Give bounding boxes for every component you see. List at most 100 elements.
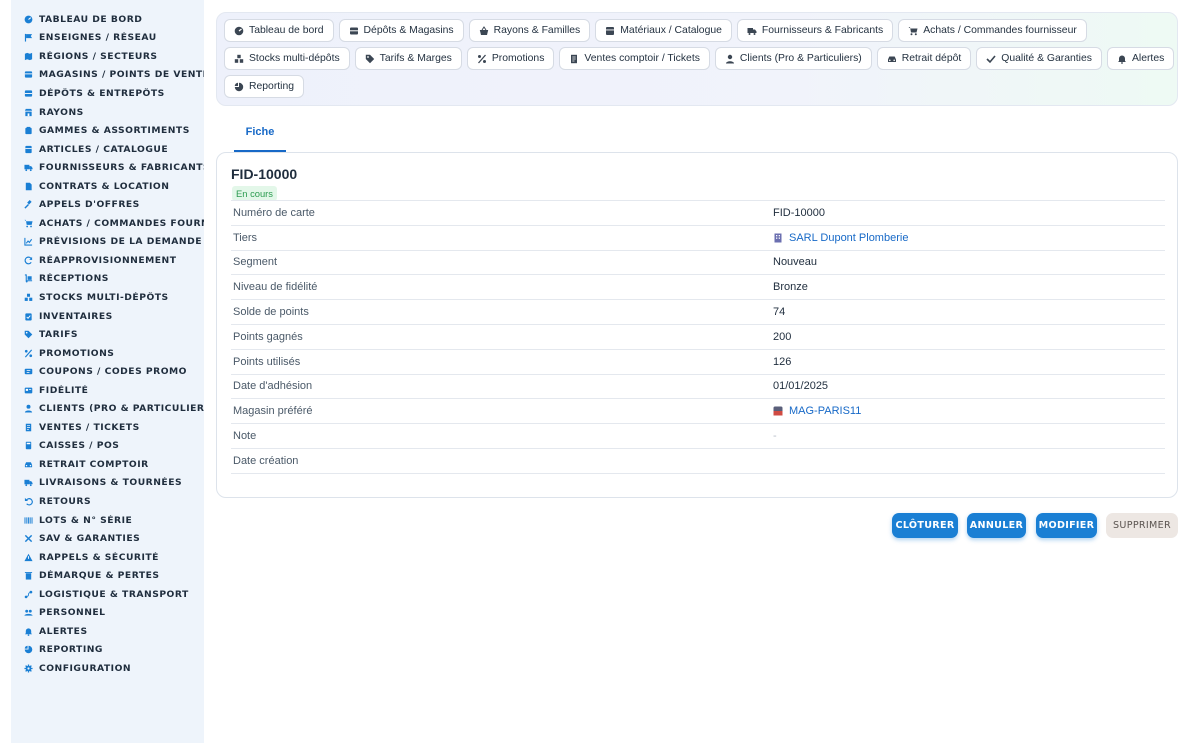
pie-icon xyxy=(234,82,244,91)
magasin-link[interactable]: MAG-PARIS11 xyxy=(773,405,861,417)
nav-pill-label: Retrait dépôt xyxy=(901,53,962,64)
record-fields: Numéro de carte FID-10000 Tiers SARL Dupon… xyxy=(231,200,1165,474)
module-nav-row-3: Reporting xyxy=(224,75,1177,98)
sidebar-item-depots[interactable]: DÉPÔTS & ENTREPÔTS xyxy=(11,84,204,103)
sidebar-item-label: CLIENTS (PRO & PARTICULIERS) xyxy=(39,403,204,415)
sidebar-item-enseignes[interactable]: ENSEIGNES / RÉSEAU xyxy=(11,29,204,48)
field-label: Magasin préféré xyxy=(233,405,313,418)
field-value: 74 xyxy=(773,306,786,319)
sidebar-item-fournisseurs[interactable]: FOURNISSEURS & FABRICANTS xyxy=(11,158,204,177)
nav-pill-ventes[interactable]: Ventes comptoir / Tickets xyxy=(559,47,710,70)
sidebar-item-livraisons[interactable]: LIVRAISONS & TOURNÉES xyxy=(11,474,204,493)
nav-pill-qualite[interactable]: Qualité & Garanties xyxy=(976,47,1102,70)
sidebar-item-reporting[interactable]: REPORTING xyxy=(11,641,204,660)
tag-icon xyxy=(24,330,39,340)
box-icon xyxy=(606,26,615,35)
undo-icon xyxy=(24,496,39,506)
sidebar-item-label: PERSONNEL xyxy=(39,607,106,619)
nav-pill-depots-magasins[interactable]: Dépôts & Magasins xyxy=(338,19,464,42)
sidebar-item-sav[interactable]: SAV & GARANTIES xyxy=(11,529,204,548)
sidebar-item-caisses[interactable]: CAISSES / POS xyxy=(11,437,204,456)
nav-pill-label: Stocks multi-dépôts xyxy=(249,53,340,64)
sidebar-item-fidelite[interactable]: FIDÉLITÉ xyxy=(11,381,204,400)
delete-button[interactable]: SUPPRIMER xyxy=(1106,513,1178,538)
sidebar-item-clients[interactable]: CLIENTS (PRO & PARTICULIERS) xyxy=(11,399,204,418)
bell-icon xyxy=(1117,55,1126,64)
ticket-icon xyxy=(24,367,39,377)
tiers-link[interactable]: SARL Dupont Plomberie xyxy=(773,232,908,244)
sidebar-item-label: RÉCEPTIONS xyxy=(39,273,109,285)
tab-fiche[interactable]: Fiche xyxy=(234,126,286,152)
percent-icon xyxy=(477,54,486,63)
car-icon xyxy=(887,56,896,62)
sidebar-item-tableau-de-bord[interactable]: TABLEAU DE BORD xyxy=(11,10,204,29)
sidebar-item-label: RETRAIT COMPTOIR xyxy=(39,458,149,470)
sidebar-item-previsions[interactable]: PRÉVISIONS DE LA DEMANDE xyxy=(11,233,204,252)
sidebar-item-coupons[interactable]: COUPONS / CODES PROMO xyxy=(11,362,204,381)
sidebar-item-articles[interactable]: ARTICLES / CATALOGUE xyxy=(11,140,204,159)
nav-pill-reporting[interactable]: Reporting xyxy=(224,75,305,98)
nav-pill-alertes[interactable]: Alertes xyxy=(1106,47,1175,70)
nav-pill-tableau-de-bord[interactable]: Tableau de bord xyxy=(224,19,334,42)
nav-pill-label: Tarifs & Marges xyxy=(379,53,452,64)
sidebar-item-label: SAV & GARANTIES xyxy=(39,533,141,545)
sidebar-item-achats[interactable]: ACHATS / COMMANDES FOURNISSEUR xyxy=(11,214,204,233)
sidebar-item-tarifs[interactable]: TARIFS xyxy=(11,325,204,344)
chart-icon xyxy=(24,237,39,247)
sidebar-item-label: APPELS D'OFFRES xyxy=(39,199,140,211)
layers-icon xyxy=(24,126,39,136)
sidebar-item-configuration[interactable]: CONFIGURATION xyxy=(11,659,204,678)
field-row: Points gagnés 200 xyxy=(231,325,1165,350)
sidebar-item-magasins[interactable]: MAGASINS / POINTS DE VENTE xyxy=(11,66,204,85)
bell-icon xyxy=(24,626,39,636)
field-value: FID-10000 xyxy=(773,206,825,219)
building-icon xyxy=(773,233,783,243)
field-label: Note xyxy=(233,430,257,443)
close-button[interactable]: CLÔTURER xyxy=(892,513,958,538)
sidebar-item-retrait[interactable]: RETRAIT COMPTOIR xyxy=(11,455,204,474)
sidebar-item-personnel[interactable]: PERSONNEL xyxy=(11,604,204,623)
nav-pill-tarifs[interactable]: Tarifs & Marges xyxy=(354,47,462,70)
sidebar-item-inventaires[interactable]: INVENTAIRES xyxy=(11,307,204,326)
warehouse-icon xyxy=(24,88,39,98)
card-icon xyxy=(24,385,39,395)
nav-pill-fournisseurs[interactable]: Fournisseurs & Fabricants xyxy=(736,19,894,42)
nav-pill-achats[interactable]: Achats / Commandes fournisseur xyxy=(898,19,1087,42)
sidebar-item-demarque[interactable]: DÉMARQUE & PERTES xyxy=(11,566,204,585)
nav-pill-label: Dépôts & Magasins xyxy=(363,25,454,36)
sidebar-item-contrats[interactable]: CONTRATS & LOCATION xyxy=(11,177,204,196)
cancel-button[interactable]: ANNULER xyxy=(967,513,1026,538)
edit-button[interactable]: MODIFIER xyxy=(1036,513,1097,538)
sidebar-item-reappro[interactable]: RÉAPPROVISIONNEMENT xyxy=(11,251,204,270)
sidebar-item-receptions[interactable]: RÉCEPTIONS xyxy=(11,270,204,289)
sidebar-item-logistique[interactable]: LOGISTIQUE & TRANSPORT xyxy=(11,585,204,604)
sidebar-item-rappels[interactable]: RAPPELS & SÉCURITÉ xyxy=(11,548,204,567)
nav-pill-label: Qualité & Garanties xyxy=(1001,53,1092,64)
nav-pill-clients[interactable]: Clients (Pro & Particuliers) xyxy=(714,47,872,70)
car-icon xyxy=(24,459,39,469)
sidebar-item-promotions[interactable]: PROMOTIONS xyxy=(11,344,204,363)
field-label: Points gagnés xyxy=(233,330,303,343)
sidebar-item-ventes[interactable]: VENTES / TICKETS xyxy=(11,418,204,437)
delivery-icon xyxy=(24,478,39,488)
nav-pill-retrait[interactable]: Retrait dépôt xyxy=(876,47,972,70)
truck-icon xyxy=(747,27,757,35)
field-row: Numéro de carte FID-10000 xyxy=(231,201,1165,226)
sidebar-item-regions[interactable]: RÉGIONS / SECTEURS xyxy=(11,47,204,66)
sidebar-item-label: LOGISTIQUE & TRANSPORT xyxy=(39,588,189,600)
sidebar-item-retours[interactable]: RETOURS xyxy=(11,492,204,511)
sidebar-item-gammes[interactable]: GAMMES & ASSORTIMENTS xyxy=(11,121,204,140)
sidebar-item-rayons[interactable]: RAYONS xyxy=(11,103,204,122)
nav-pill-rayons-familles[interactable]: Rayons & Familles xyxy=(468,19,591,42)
nav-pill-materiaux[interactable]: Matériaux / Catalogue xyxy=(595,19,732,42)
sidebar-item-alertes[interactable]: ALERTES xyxy=(11,622,204,641)
module-nav-row-2: Stocks multi-dépôts Tarifs & Marges Prom… xyxy=(224,47,1177,70)
sidebar-item-appels-offres[interactable]: APPELS D'OFFRES xyxy=(11,195,204,214)
sidebar-item-lots[interactable]: LOTS & N° SÉRIE xyxy=(11,511,204,530)
nav-pill-stocks[interactable]: Stocks multi-dépôts xyxy=(224,47,350,70)
sidebar-item-label: TARIFS xyxy=(39,329,79,341)
nav-pill-label: Achats / Commandes fournisseur xyxy=(923,25,1077,36)
nav-pill-promotions[interactable]: Promotions xyxy=(466,47,555,70)
sidebar-item-stocks[interactable]: STOCKS MULTI-DÉPÔTS xyxy=(11,288,204,307)
sidebar-item-label: LOTS & N° SÉRIE xyxy=(39,514,133,526)
